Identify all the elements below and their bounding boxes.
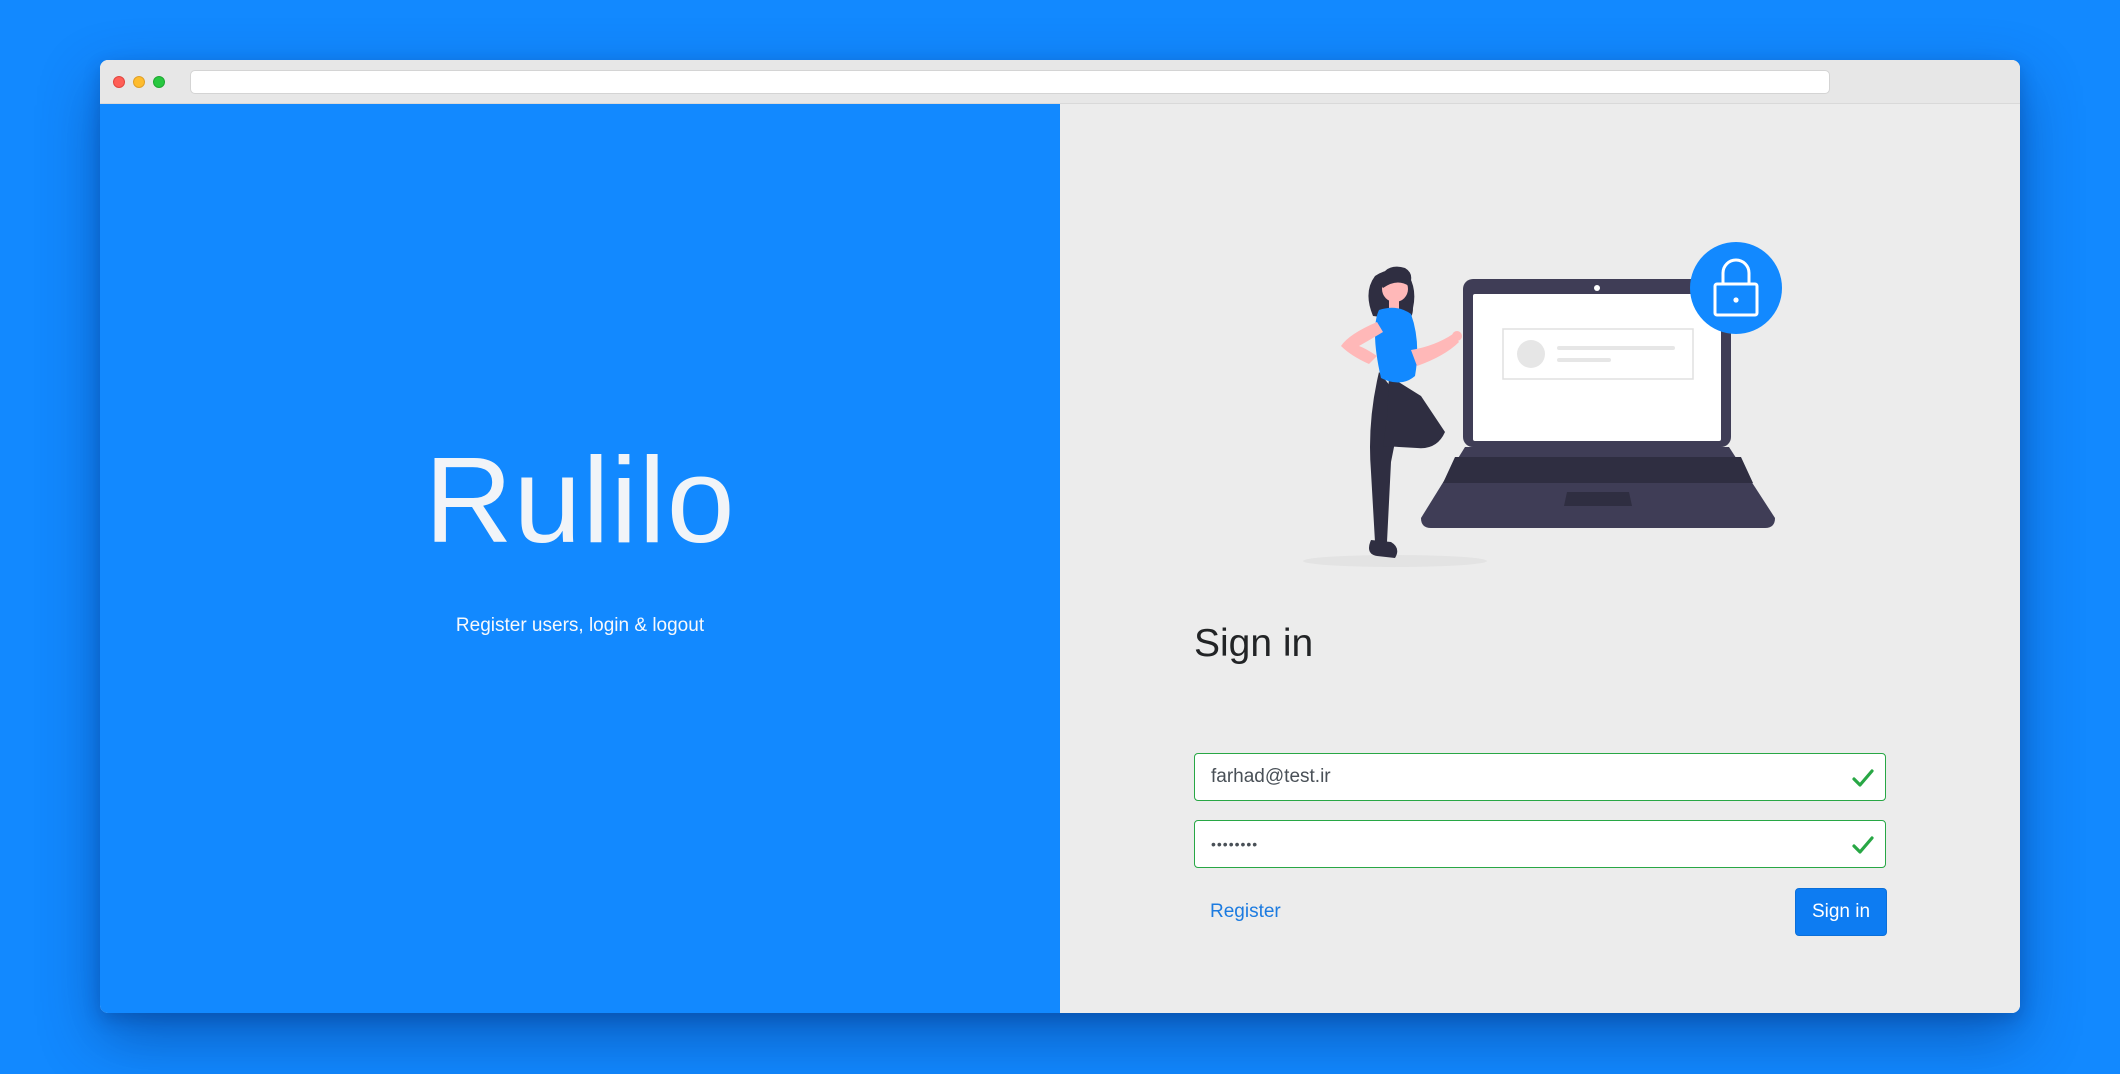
login-card-line-2	[1557, 358, 1611, 362]
email-field-wrapper	[1194, 753, 1886, 801]
login-card-line-1	[1557, 346, 1675, 350]
login-card-avatar	[1517, 340, 1545, 368]
woman-right-arm	[1411, 334, 1459, 366]
checkmark-icon	[1852, 769, 1874, 787]
close-window-button[interactable]	[113, 76, 125, 88]
laptop-camera	[1594, 285, 1600, 291]
brand-panel: Rulilo Register users, login & logout	[100, 104, 1060, 1013]
laptop-keyboard	[1443, 457, 1753, 483]
password-field-wrapper	[1194, 820, 1886, 868]
woman-with-laptop-lock-illustration	[1303, 242, 1782, 567]
checkmark-icon	[1852, 836, 1874, 854]
woman-front-leg	[1383, 376, 1445, 449]
lock-badge	[1690, 242, 1782, 334]
signin-panel: Sign in Register Sign in	[1060, 104, 2020, 1013]
minimize-window-button[interactable]	[133, 76, 145, 88]
lock-keyhole	[1733, 297, 1739, 303]
zoom-window-button[interactable]	[153, 76, 165, 88]
email-field[interactable]	[1195, 754, 1885, 800]
browser-window: Rulilo Register users, login & logout Si…	[100, 60, 2020, 1013]
register-link[interactable]: Register	[1210, 901, 1281, 923]
woman-hand	[1452, 331, 1462, 341]
address-bar[interactable]	[190, 70, 1830, 94]
brand-subtitle: Register users, login & logout	[455, 615, 705, 636]
signin-heading: Sign in	[1194, 622, 1314, 665]
woman-shirt	[1375, 307, 1418, 383]
brand-title: Rulilo	[424, 432, 736, 568]
laptop-trackpad	[1564, 492, 1632, 506]
signin-button[interactable]: Sign in	[1795, 888, 1887, 936]
password-field[interactable]	[1195, 821, 1885, 867]
window-titlebar	[100, 60, 2020, 104]
